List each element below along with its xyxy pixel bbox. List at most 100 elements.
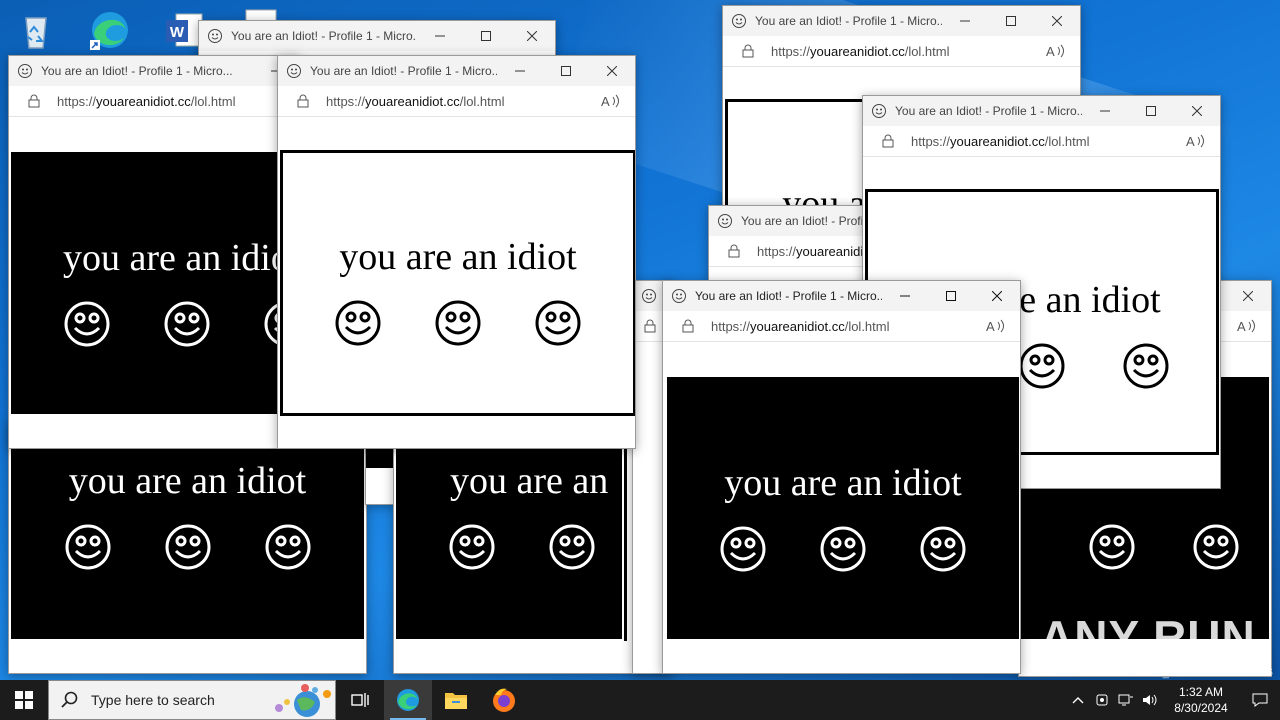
url-text[interactable]: https://youareanidiot.cc/lol.html: [711, 319, 986, 334]
close-button[interactable]: [509, 21, 555, 51]
svg-text:A: A: [1186, 134, 1195, 149]
speaker-icon: [1143, 694, 1157, 706]
lock-icon: [644, 319, 656, 333]
window-title: You are an Idiot! - Profile 1 - Micro...: [695, 289, 882, 303]
minimize-icon: [1100, 110, 1110, 112]
search-highlight-icon: [275, 684, 331, 717]
taskbar-search-box[interactable]: Type here to search: [48, 680, 336, 720]
smiley-icon: [642, 289, 656, 303]
svg-text:A: A: [1237, 319, 1246, 334]
task-view-button[interactable]: [336, 680, 384, 720]
browser-window[interactable]: You are an Idiot! - Profile 1 - Micro...…: [8, 55, 300, 449]
url-text[interactable]: https://youareanidiot.cc/lol.html: [911, 134, 1186, 149]
network-icon: [1118, 694, 1133, 706]
minimize-icon: [960, 20, 970, 22]
maximize-button[interactable]: [1128, 96, 1174, 126]
read-aloud-icon[interactable]: A: [986, 318, 1006, 334]
notifications-button[interactable]: [1240, 680, 1280, 720]
anyrun-watermark: ANY RUN: [1040, 611, 1256, 663]
volume-button[interactable]: [1138, 680, 1162, 720]
firefox-icon: [493, 688, 515, 712]
read-aloud-icon[interactable]: A: [1237, 318, 1257, 334]
maximize-icon: [481, 31, 491, 41]
title-bar[interactable]: You are an Idiot! - Profile 1 - Micro...: [278, 56, 635, 86]
address-bar[interactable]: https://youareanidiot.cc/lol.html A: [663, 311, 1020, 342]
smiley-icon: [549, 524, 595, 570]
browser-window[interactable]: you are an idiot: [8, 420, 367, 674]
address-bar[interactable]: https://youareanidiot.cc/lol.html: [9, 86, 299, 117]
minimize-button[interactable]: [882, 281, 928, 311]
close-button[interactable]: [1225, 281, 1271, 311]
window-title: You are an Idiot! - Profile 1 - Micro...: [895, 104, 1082, 118]
browser-window[interactable]: You are an Idiot! - Profile 1 - Micro...…: [277, 55, 636, 449]
read-aloud-icon[interactable]: A: [1046, 43, 1066, 59]
lock-icon: [742, 44, 754, 58]
search-placeholder: Type here to search: [91, 692, 215, 708]
title-bar[interactable]: You are an Idiot! - Profile 1 - Micro...: [863, 96, 1220, 126]
read-aloud-icon[interactable]: A: [1186, 133, 1206, 149]
smiley-row: [64, 523, 312, 571]
recycle-bin-icon[interactable]: [14, 8, 58, 52]
address-bar[interactable]: https://youareanidiot.cc/lol.html A: [863, 126, 1220, 157]
minimize-button[interactable]: [497, 56, 543, 86]
maximize-button[interactable]: [463, 21, 509, 51]
tray-overflow-button[interactable]: [1066, 680, 1090, 720]
close-icon: [1192, 106, 1202, 116]
smiley-row: [334, 299, 582, 347]
title-bar[interactable]: You are an Idiot! - Profile 1 - Micro...: [723, 6, 1080, 36]
close-icon: [1052, 16, 1062, 26]
edge-icon[interactable]: [88, 8, 132, 52]
browser-window[interactable]: You are an Idiot! - Profile 1 - Micro...…: [662, 280, 1021, 674]
smiley-icon: [872, 104, 886, 118]
task-view-icon: [351, 693, 369, 707]
smiley-row: [448, 523, 596, 571]
idiot-text: you are an idiot: [339, 236, 577, 278]
maximize-button[interactable]: [988, 6, 1034, 36]
smiley-icon: [449, 524, 495, 570]
window-title: You are an Idiot! - Profile 1 - Micro...: [41, 64, 233, 78]
minimize-button[interactable]: [417, 21, 463, 51]
notification-icon: [1252, 693, 1268, 707]
taskbar: Type here to search 1:32 AM 8/30/2024: [0, 680, 1280, 720]
idiot-panel: you are an idiot: [11, 421, 364, 639]
close-button[interactable]: [589, 56, 635, 86]
system-tray: 1:32 AM 8/30/2024: [1066, 680, 1280, 720]
maximize-button[interactable]: [928, 281, 974, 311]
address-bar[interactable]: https://youareanidiot.cc/lol.html A: [278, 86, 635, 117]
smiley-icon: [1019, 343, 1065, 389]
title-bar[interactable]: You are an Idiot! - Profile 1 - Micro...: [199, 21, 555, 51]
smiley-icon: [535, 300, 581, 346]
title-bar[interactable]: You are an Idiot! - Profile 1 - Micro...: [9, 56, 299, 86]
smiley-icon: [1193, 524, 1239, 570]
taskbar-file-explorer-button[interactable]: [432, 680, 480, 720]
minimize-button[interactable]: [1082, 96, 1128, 126]
idiot-text: you are an idiot: [724, 462, 962, 504]
close-button[interactable]: [1174, 96, 1220, 126]
close-button[interactable]: [974, 281, 1020, 311]
network-button[interactable]: [1114, 680, 1138, 720]
taskbar-firefox-button[interactable]: [480, 680, 528, 720]
smiley-icon: [435, 300, 481, 346]
clock-date: 8/30/2024: [1174, 701, 1228, 715]
taskbar-edge-button[interactable]: [384, 680, 432, 720]
read-aloud-icon[interactable]: A: [601, 93, 621, 109]
address-bar[interactable]: https://youareanidiot.cc/lol.html A: [723, 36, 1080, 67]
tray-app-button[interactable]: [1090, 680, 1114, 720]
url-text[interactable]: https://youareanidiot.cc/lol.html: [326, 94, 601, 109]
edge-icon: [397, 689, 419, 711]
url-text[interactable]: https://youareanidiot.cc/lol.html: [57, 94, 299, 109]
url-text[interactable]: https://youareanidiot.cc/lol.html: [771, 44, 1046, 59]
close-button[interactable]: [1034, 6, 1080, 36]
idiot-panel: [366, 446, 396, 468]
smiley-icon: [335, 300, 381, 346]
maximize-button[interactable]: [543, 56, 589, 86]
lock-icon: [728, 244, 740, 258]
lock-icon: [882, 134, 894, 148]
minimize-button[interactable]: [942, 6, 988, 36]
clock[interactable]: 1:32 AM 8/30/2024: [1162, 684, 1240, 716]
title-bar[interactable]: You are an Idiot! - Profile 1 - Micro...: [663, 281, 1020, 311]
smiley-icon: [720, 526, 766, 572]
start-button[interactable]: [0, 680, 48, 720]
browser-window[interactable]: you are an: [393, 420, 665, 674]
chevron-up-icon: [1072, 697, 1084, 704]
